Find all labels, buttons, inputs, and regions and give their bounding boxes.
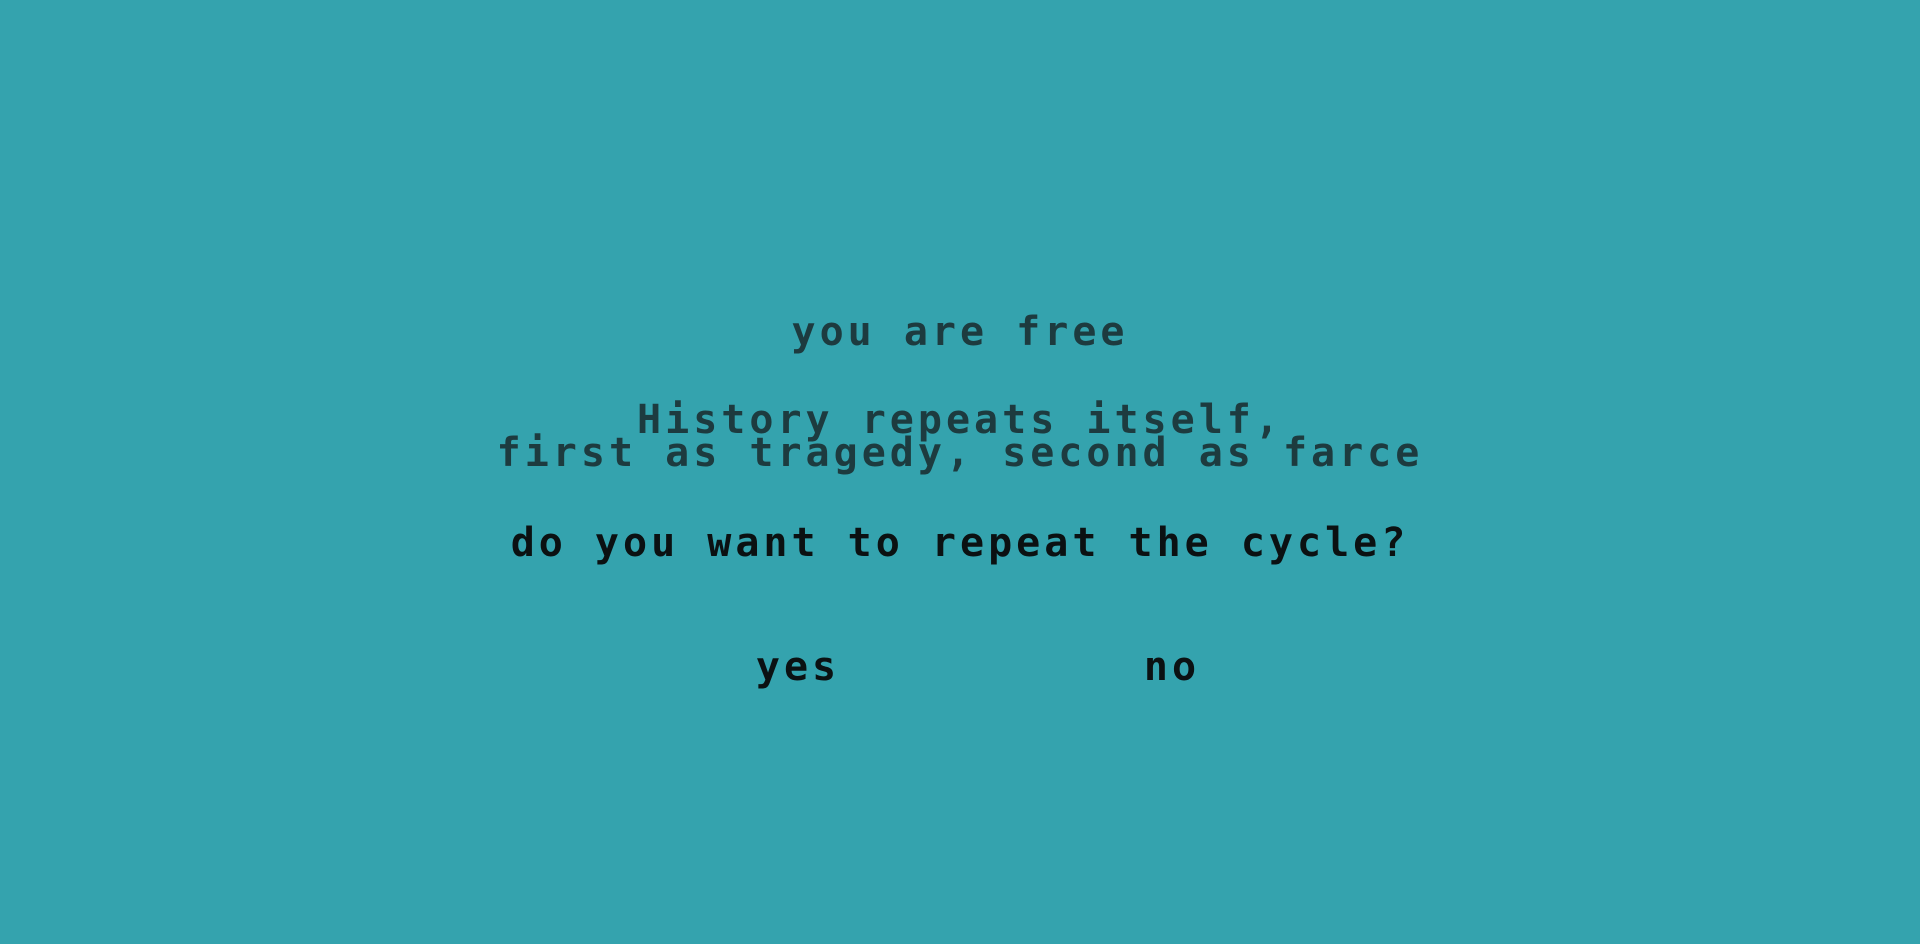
repeat-cycle-prompt: do you want to repeat the cycle? bbox=[510, 520, 1410, 566]
game-end-screen: you are free History repeats itself, fir… bbox=[0, 0, 1920, 944]
yes-button[interactable]: yes bbox=[718, 643, 878, 691]
status-text: you are free bbox=[791, 309, 1129, 355]
no-button[interactable]: no bbox=[1092, 643, 1252, 691]
quote-line-2: first as tragedy, second as farce bbox=[496, 430, 1424, 476]
